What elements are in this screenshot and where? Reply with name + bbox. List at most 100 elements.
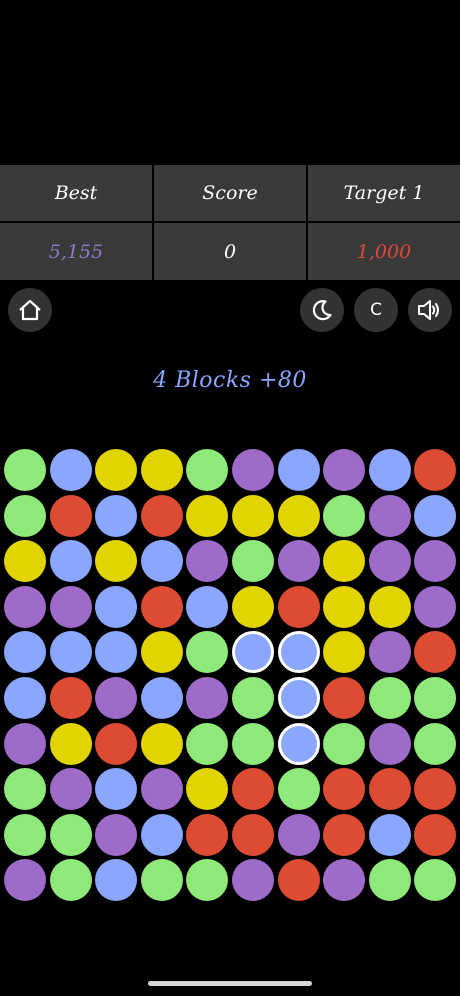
ball[interactable] xyxy=(140,631,183,674)
ball[interactable] xyxy=(95,449,138,491)
ball[interactable] xyxy=(186,585,229,628)
ball[interactable] xyxy=(49,677,92,719)
ball[interactable] xyxy=(414,677,457,719)
ball[interactable] xyxy=(49,449,92,491)
ball[interactable] xyxy=(414,631,457,674)
sound-button[interactable] xyxy=(408,288,452,332)
clear-button[interactable]: C xyxy=(354,288,398,332)
ball[interactable] xyxy=(186,540,229,583)
ball[interactable] xyxy=(323,449,366,491)
home-button[interactable] xyxy=(8,288,52,332)
ball[interactable] xyxy=(232,677,274,719)
ball[interactable] xyxy=(49,859,92,902)
ball[interactable] xyxy=(95,540,138,583)
ball[interactable] xyxy=(323,631,366,674)
ball[interactable] xyxy=(95,585,138,628)
ball[interactable] xyxy=(414,768,457,811)
ball[interactable] xyxy=(140,585,183,628)
ball[interactable] xyxy=(277,631,320,674)
ball[interactable] xyxy=(414,859,457,902)
ball[interactable] xyxy=(232,813,274,856)
ball[interactable] xyxy=(140,540,183,583)
ball[interactable] xyxy=(95,722,138,765)
ball[interactable] xyxy=(368,768,411,811)
ball[interactable] xyxy=(140,677,183,719)
ball[interactable] xyxy=(4,813,46,856)
ball[interactable] xyxy=(49,631,92,674)
ball[interactable] xyxy=(4,585,46,628)
ball[interactable] xyxy=(414,540,457,583)
ball[interactable] xyxy=(49,494,92,537)
ball[interactable] xyxy=(186,859,229,902)
theme-toggle-button[interactable] xyxy=(300,288,344,332)
ball[interactable] xyxy=(232,768,274,811)
ball[interactable] xyxy=(49,813,92,856)
ball[interactable] xyxy=(4,722,46,765)
ball[interactable] xyxy=(95,631,138,674)
ball[interactable] xyxy=(323,677,366,719)
ball[interactable] xyxy=(368,722,411,765)
ball[interactable] xyxy=(368,677,411,719)
ball[interactable] xyxy=(368,631,411,674)
ball[interactable] xyxy=(232,859,274,902)
ball[interactable] xyxy=(95,813,138,856)
ball[interactable] xyxy=(49,768,92,811)
ball[interactable] xyxy=(323,722,366,765)
ball[interactable] xyxy=(49,585,92,628)
ball[interactable] xyxy=(140,494,183,537)
ball[interactable] xyxy=(414,449,457,491)
ball[interactable] xyxy=(140,722,183,765)
ball[interactable] xyxy=(186,813,229,856)
ball[interactable] xyxy=(368,585,411,628)
ball[interactable] xyxy=(232,494,274,537)
ball[interactable] xyxy=(232,631,274,674)
ball[interactable] xyxy=(277,494,320,537)
ball[interactable] xyxy=(186,631,229,674)
ball[interactable] xyxy=(323,859,366,902)
ball[interactable] xyxy=(323,768,366,811)
ball[interactable] xyxy=(4,449,46,491)
ball[interactable] xyxy=(414,813,457,856)
ball[interactable] xyxy=(4,859,46,902)
ball[interactable] xyxy=(368,494,411,537)
ball[interactable] xyxy=(277,540,320,583)
ball[interactable] xyxy=(368,540,411,583)
ball[interactable] xyxy=(4,677,46,719)
ball[interactable] xyxy=(414,585,457,628)
ball[interactable] xyxy=(323,585,366,628)
ball[interactable] xyxy=(368,449,411,491)
ball[interactable] xyxy=(232,540,274,583)
ball[interactable] xyxy=(232,722,274,765)
ball[interactable] xyxy=(140,449,183,491)
ball[interactable] xyxy=(414,494,457,537)
ball[interactable] xyxy=(232,449,274,491)
ball[interactable] xyxy=(277,813,320,856)
ball[interactable] xyxy=(4,494,46,537)
ball[interactable] xyxy=(186,449,229,491)
ball[interactable] xyxy=(49,540,92,583)
ball[interactable] xyxy=(323,813,366,856)
ball[interactable] xyxy=(277,722,320,765)
ball[interactable] xyxy=(49,722,92,765)
ball[interactable] xyxy=(277,768,320,811)
ball[interactable] xyxy=(95,859,138,902)
ball[interactable] xyxy=(186,768,229,811)
ball[interactable] xyxy=(140,813,183,856)
ball[interactable] xyxy=(95,677,138,719)
ball[interactable] xyxy=(95,768,138,811)
ball[interactable] xyxy=(186,494,229,537)
ball[interactable] xyxy=(368,813,411,856)
ball[interactable] xyxy=(186,677,229,719)
ball[interactable] xyxy=(277,585,320,628)
ball[interactable] xyxy=(277,677,320,719)
ball[interactable] xyxy=(323,540,366,583)
ball[interactable] xyxy=(232,585,274,628)
ball[interactable] xyxy=(186,722,229,765)
ball[interactable] xyxy=(140,859,183,902)
ball[interactable] xyxy=(4,540,46,583)
ball[interactable] xyxy=(4,768,46,811)
ball[interactable] xyxy=(414,722,457,765)
ball[interactable] xyxy=(4,631,46,674)
ball[interactable] xyxy=(140,768,183,811)
ball[interactable] xyxy=(277,859,320,902)
